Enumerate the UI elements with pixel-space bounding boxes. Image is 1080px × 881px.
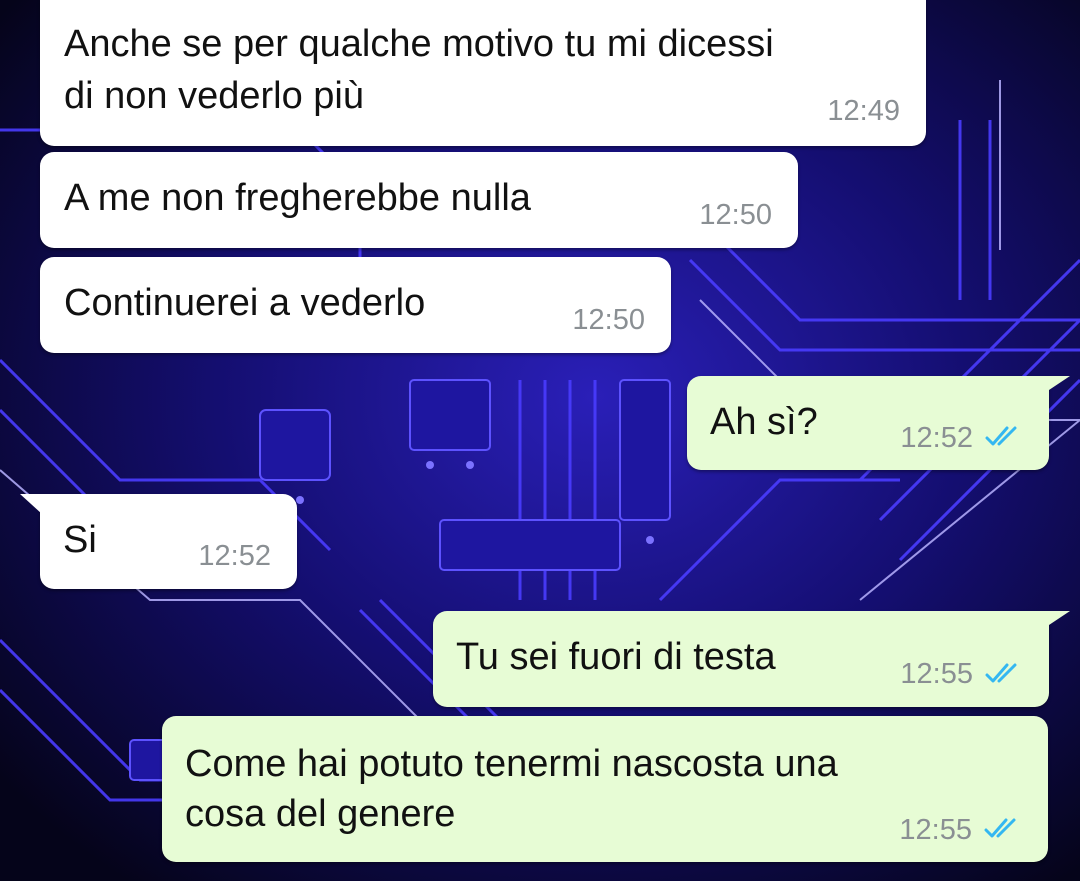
message-text: di non vederlo più	[64, 75, 364, 117]
outgoing-message[interactable]: Tu sei fuori di testa 12:55	[433, 611, 1049, 707]
message-text: Come hai potuto tenermi nascosta una	[185, 743, 838, 785]
message-text: Ah sì?	[710, 401, 818, 443]
message-text: Continuerei a vederlo	[64, 282, 426, 324]
read-receipt-icon	[984, 818, 1016, 838]
message-time: 12:52	[900, 422, 973, 454]
message-time: 12:49	[827, 95, 900, 127]
outgoing-message[interactable]: Come hai potuto tenermi nascosta una cos…	[162, 716, 1048, 862]
message-text: A me non fregherebbe nulla	[64, 177, 531, 219]
outgoing-tail	[1040, 376, 1070, 396]
message-time: 12:50	[699, 199, 772, 231]
message-text: Anche se per qualche motivo tu mi dicess…	[64, 23, 774, 65]
incoming-tail	[20, 494, 42, 514]
message-time: 12:55	[900, 658, 973, 690]
message-time: 12:52	[198, 540, 271, 572]
read-receipt-icon	[985, 426, 1017, 446]
outgoing-tail	[1040, 611, 1070, 631]
incoming-message[interactable]: Anche se per qualche motivo tu mi dicess…	[40, 0, 926, 146]
message-time: 12:55	[899, 814, 972, 846]
read-receipt-icon	[985, 663, 1017, 683]
incoming-message[interactable]: Si 12:52	[40, 494, 297, 589]
incoming-message[interactable]: A me non fregherebbe nulla 12:50	[40, 152, 798, 248]
outgoing-message[interactable]: Ah sì? 12:52	[687, 376, 1049, 470]
message-text: Tu sei fuori di testa	[456, 636, 776, 678]
message-time: 12:50	[572, 304, 645, 336]
message-text: Si	[63, 519, 97, 561]
incoming-message[interactable]: Continuerei a vederlo 12:50	[40, 257, 671, 353]
message-text: cosa del genere	[185, 793, 456, 835]
